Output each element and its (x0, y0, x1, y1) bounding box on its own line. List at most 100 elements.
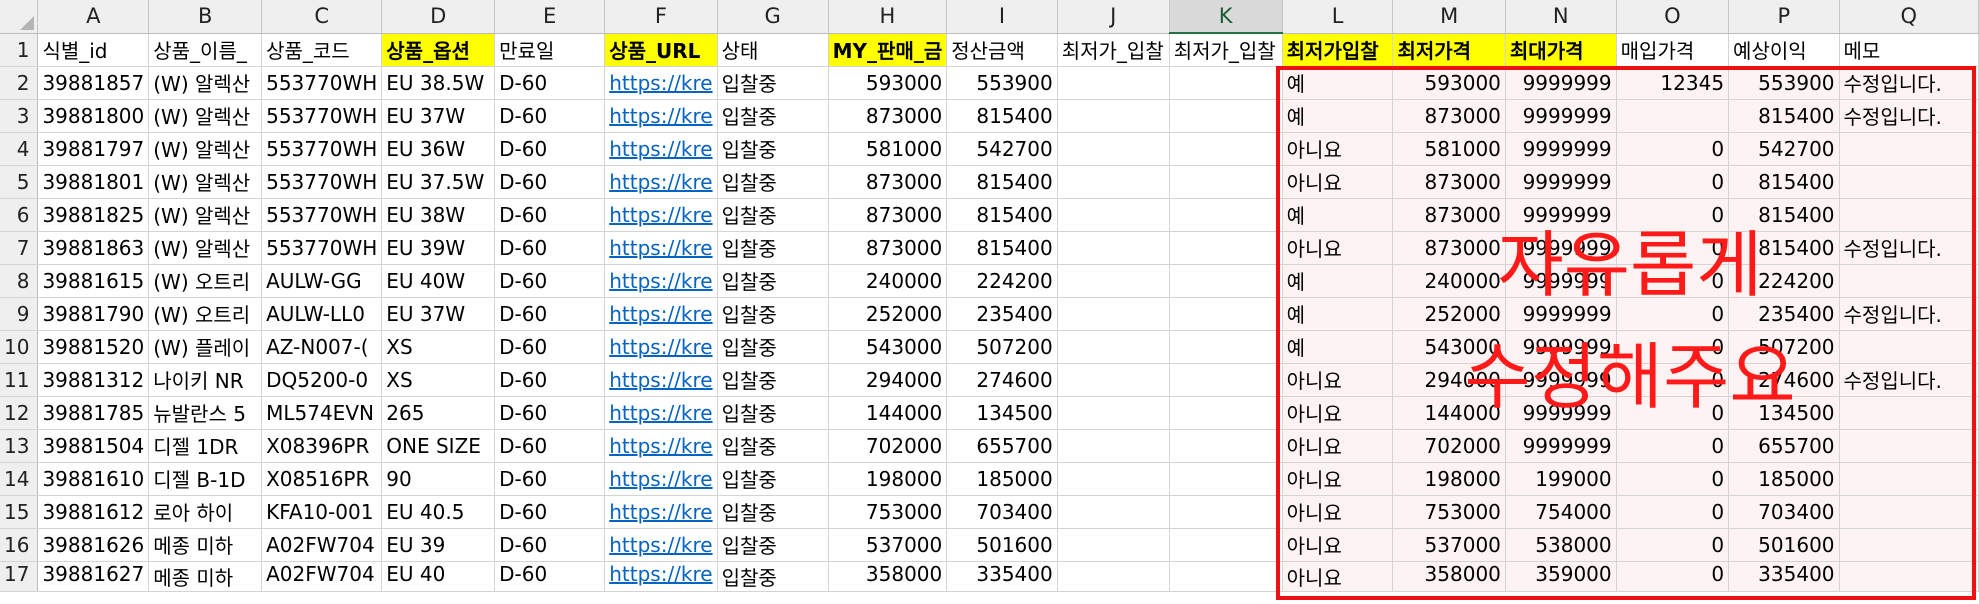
cell-e[interactable]: D-60 (494, 99, 606, 133)
cell-g[interactable]: 입찰중 (717, 528, 829, 562)
cell-k[interactable] (1169, 132, 1283, 166)
cell-k[interactable] (1169, 363, 1283, 397)
cell-m[interactable]: 873000 (1392, 198, 1506, 232)
cell-a[interactable]: 39881801 (37, 165, 150, 199)
cell-j[interactable] (1057, 495, 1170, 529)
cell-k[interactable] (1169, 264, 1283, 298)
cell-j[interactable] (1057, 561, 1170, 592)
cell-k[interactable] (1169, 396, 1283, 430)
row-header[interactable]: 5 (0, 165, 39, 199)
cell-k[interactable] (1169, 99, 1283, 133)
cell-o[interactable]: 0 (1616, 198, 1730, 232)
cell-d[interactable]: EU 40 (381, 561, 496, 592)
cell-h[interactable]: 543000 (828, 330, 948, 364)
cell-o[interactable]: 0 (1616, 264, 1730, 298)
cell-o[interactable]: 0 (1616, 363, 1730, 397)
cell-f[interactable]: https://kre (604, 132, 718, 166)
cell-b[interactable]: 뉴발란스 5 (148, 396, 263, 430)
cell-o[interactable]: 12345 (1616, 66, 1730, 100)
cell-a[interactable]: 39881520 (37, 330, 150, 364)
cell-p[interactable]: 815400 (1728, 198, 1840, 232)
cell-h[interactable]: 873000 (828, 99, 948, 133)
cell-e[interactable]: D-60 (494, 429, 606, 463)
cell-q[interactable]: 수정입니다. (1839, 66, 1979, 100)
cell-c[interactable]: A02FW704 (261, 561, 383, 592)
header-cell-l[interactable]: 최저가입찰 (1282, 33, 1394, 67)
cell-i[interactable]: 815400 (946, 165, 1058, 199)
cell-q[interactable]: 수정입니다. (1839, 99, 1979, 133)
cell-f[interactable]: https://kre (604, 495, 718, 529)
cell-k[interactable] (1169, 561, 1283, 592)
cell-q[interactable]: 수정입니다. (1839, 297, 1979, 331)
column-header-d[interactable]: D (381, 0, 496, 34)
cell-c[interactable]: X08516PR (261, 462, 383, 496)
cell-c[interactable]: AULW-LL0 (261, 297, 383, 331)
cell-h[interactable]: 593000 (828, 66, 948, 100)
cell-l[interactable]: 아니요 (1282, 165, 1394, 199)
cell-n[interactable]: 9999999 (1505, 363, 1617, 397)
cell-k[interactable] (1169, 198, 1283, 232)
cell-g[interactable]: 입찰중 (717, 495, 829, 529)
cell-k[interactable] (1169, 429, 1283, 463)
cell-n[interactable]: 9999999 (1505, 132, 1617, 166)
header-cell-g[interactable]: 상태 (717, 33, 829, 67)
cell-e[interactable]: D-60 (494, 297, 606, 331)
cell-k[interactable] (1169, 495, 1283, 529)
cell-a[interactable]: 39881857 (37, 66, 150, 100)
cell-g[interactable]: 입찰중 (717, 396, 829, 430)
cell-n[interactable]: 9999999 (1505, 297, 1617, 331)
cell-f[interactable]: https://kre (604, 528, 718, 562)
cell-g[interactable]: 입찰중 (717, 462, 829, 496)
header-cell-d[interactable]: 상품_옵션 (381, 33, 496, 67)
cell-k[interactable] (1169, 66, 1283, 100)
cell-n[interactable]: 9999999 (1505, 264, 1617, 298)
cell-i[interactable]: 134500 (946, 396, 1058, 430)
column-header-p[interactable]: P (1728, 0, 1840, 34)
cell-b[interactable]: 디젤 1DR (148, 429, 263, 463)
cell-f[interactable]: https://kre (604, 66, 718, 100)
cell-b[interactable]: 메종 미하 (148, 528, 263, 562)
cell-k[interactable] (1169, 528, 1283, 562)
header-cell-j[interactable]: 최저가_입찰 (1057, 33, 1170, 67)
cell-e[interactable]: D-60 (494, 264, 606, 298)
row-header[interactable]: 13 (0, 429, 39, 463)
cell-o[interactable]: 0 (1616, 561, 1730, 592)
row-header[interactable]: 6 (0, 198, 39, 232)
row-header[interactable]: 11 (0, 363, 39, 397)
cell-l[interactable]: 예 (1282, 297, 1394, 331)
column-header-o[interactable]: O (1616, 0, 1730, 34)
cell-j[interactable] (1057, 231, 1170, 265)
cell-p[interactable]: 815400 (1728, 231, 1840, 265)
cell-k[interactable] (1169, 231, 1283, 265)
cell-n[interactable]: 9999999 (1505, 429, 1617, 463)
cell-h[interactable]: 581000 (828, 132, 948, 166)
cell-k[interactable] (1169, 297, 1283, 331)
column-header-h[interactable]: H (828, 0, 948, 34)
cell-e[interactable]: D-60 (494, 462, 606, 496)
cell-p[interactable]: 542700 (1728, 132, 1840, 166)
cell-f[interactable]: https://kre (604, 231, 718, 265)
cell-a[interactable]: 39881312 (37, 363, 150, 397)
column-header-k[interactable]: K (1169, 0, 1283, 34)
cell-e[interactable]: D-60 (494, 132, 606, 166)
cell-j[interactable] (1057, 396, 1170, 430)
cell-b[interactable]: (W) 알렉산 (148, 198, 263, 232)
cell-b[interactable]: (W) 알렉산 (148, 99, 263, 133)
cell-q[interactable] (1839, 198, 1979, 232)
cell-m[interactable]: 358000 (1392, 561, 1506, 592)
header-cell-b[interactable]: 상품_이름_ (148, 33, 263, 67)
cell-d[interactable]: 265 (381, 396, 496, 430)
cell-g[interactable]: 입찰중 (717, 231, 829, 265)
cell-m[interactable]: 593000 (1392, 66, 1506, 100)
cell-c[interactable]: 553770WH (261, 165, 383, 199)
cell-d[interactable]: EU 39 (381, 528, 496, 562)
cell-f[interactable]: https://kre (604, 99, 718, 133)
cell-m[interactable]: 240000 (1392, 264, 1506, 298)
cell-l[interactable]: 아니요 (1282, 132, 1394, 166)
cell-o[interactable]: 0 (1616, 462, 1730, 496)
cell-i[interactable]: 335400 (946, 561, 1058, 592)
cell-p[interactable]: 134500 (1728, 396, 1840, 430)
cell-b[interactable]: (W) 알렉산 (148, 66, 263, 100)
column-header-g[interactable]: G (717, 0, 829, 34)
cell-n[interactable]: 9999999 (1505, 396, 1617, 430)
